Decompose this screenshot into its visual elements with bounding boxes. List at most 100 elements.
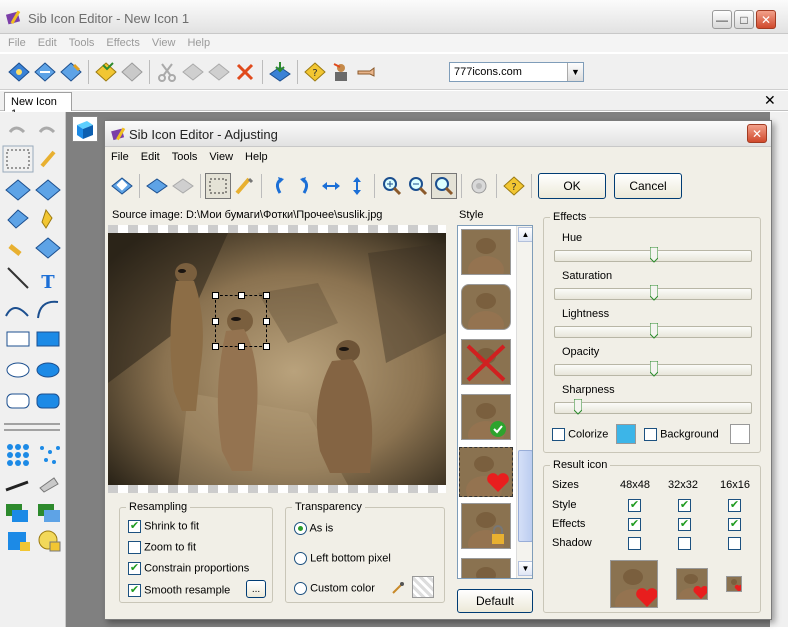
- left-bottom-pixel-radio[interactable]: [294, 552, 307, 565]
- style-thumb-delete[interactable]: [461, 339, 511, 385]
- effects-48x48-checkbox[interactable]: ✔: [628, 518, 641, 531]
- crop-selection[interactable]: [212, 292, 270, 350]
- default-button[interactable]: Default: [457, 589, 533, 613]
- menu-tools[interactable]: Tools: [69, 37, 95, 49]
- menu-edit[interactable]: Edit: [38, 37, 57, 49]
- adjust-icon[interactable]: ?: [302, 59, 328, 85]
- menu-file[interactable]: File: [8, 37, 26, 49]
- style-list[interactable]: ▲ ▼: [457, 225, 533, 579]
- rotate-right-icon[interactable]: [292, 173, 318, 199]
- as-is-radio[interactable]: [294, 522, 307, 535]
- dialog-paste-icon[interactable]: [170, 173, 196, 199]
- eyedropper-icon[interactable]: [390, 580, 406, 596]
- open-library-button[interactable]: [58, 59, 84, 85]
- close-tab-icon[interactable]: ✕: [764, 92, 776, 109]
- dialog-help-icon[interactable]: ?: [501, 173, 527, 199]
- menu-help[interactable]: Help: [187, 37, 210, 49]
- scroll-thumb[interactable]: [518, 450, 532, 542]
- background-label: Background: [660, 428, 719, 441]
- delete-icon[interactable]: [232, 59, 258, 85]
- shadow-48x48-checkbox[interactable]: [628, 537, 641, 550]
- custom-color-swatch[interactable]: [412, 576, 434, 598]
- slider-opacity[interactable]: [554, 360, 752, 377]
- slider-sharpness[interactable]: [554, 398, 752, 415]
- slider-thumb[interactable]: [649, 284, 659, 301]
- style-48x48-checkbox[interactable]: ✔: [628, 499, 641, 512]
- constrain-proportions-checkbox[interactable]: ✔: [128, 562, 141, 575]
- scroll-up-icon[interactable]: ▲: [518, 227, 532, 242]
- menu-view[interactable]: View: [152, 37, 176, 49]
- slider-saturation[interactable]: [554, 284, 752, 301]
- style-thumb-lock[interactable]: [461, 503, 511, 549]
- pencil-icon[interactable]: [231, 173, 257, 199]
- url-combo[interactable]: 777icons.com ▼: [449, 62, 584, 82]
- menu-effects[interactable]: Effects: [106, 37, 139, 49]
- custom-color-radio[interactable]: [294, 582, 307, 595]
- dialog-menu-edit[interactable]: Edit: [141, 151, 160, 163]
- wizard-icon[interactable]: [328, 59, 354, 85]
- ok-button[interactable]: OK: [538, 173, 606, 199]
- slider-label-sharpness: Sharpness: [562, 384, 615, 396]
- style-thumb-heart-selected[interactable]: [459, 447, 513, 497]
- slider-hue[interactable]: [554, 246, 752, 263]
- slider-thumb[interactable]: [573, 398, 583, 415]
- apply-effects-icon[interactable]: [466, 173, 492, 199]
- save-as-button[interactable]: [119, 59, 145, 85]
- style-thumb-rounded[interactable]: [461, 284, 511, 330]
- chevron-down-icon[interactable]: ▼: [567, 63, 583, 81]
- import-icon[interactable]: [267, 59, 293, 85]
- background-color-swatch[interactable]: [730, 424, 750, 444]
- close-button[interactable]: ✕: [756, 10, 776, 29]
- colorize-checkbox[interactable]: [552, 428, 565, 441]
- open-icon-button[interactable]: [32, 59, 58, 85]
- style-list-scrollbar[interactable]: ▲ ▼: [516, 226, 532, 578]
- cut-icon[interactable]: [154, 59, 180, 85]
- save-button[interactable]: [93, 59, 119, 85]
- select-rect-icon[interactable]: [205, 173, 231, 199]
- dialog-menu-tools[interactable]: Tools: [172, 151, 198, 163]
- flip-horizontal-icon[interactable]: [318, 173, 344, 199]
- effects-16x16-checkbox[interactable]: ✔: [728, 518, 741, 531]
- dialog-menu-view[interactable]: View: [209, 151, 233, 163]
- pointer-hand-icon[interactable]: [354, 59, 380, 85]
- background-checkbox[interactable]: [644, 428, 657, 441]
- slider-thumb[interactable]: [649, 322, 659, 339]
- scroll-down-icon[interactable]: ▼: [518, 561, 532, 576]
- resample-options-button[interactable]: ...: [246, 580, 266, 598]
- style-32x32-checkbox[interactable]: ✔: [678, 499, 691, 512]
- zoom-fit-icon[interactable]: [431, 173, 457, 199]
- zoom-in-icon[interactable]: [379, 173, 405, 199]
- zoom-to-fit-checkbox[interactable]: [128, 541, 141, 554]
- paste-icon[interactable]: [206, 59, 232, 85]
- dialog-close-button[interactable]: ✕: [747, 124, 767, 143]
- style-thumb-check[interactable]: [461, 394, 511, 440]
- dialog-menu-file[interactable]: File: [111, 151, 129, 163]
- maximize-button[interactable]: □: [734, 10, 754, 29]
- dialog-open-icon[interactable]: [109, 173, 135, 199]
- colorize-color-swatch[interactable]: [616, 424, 636, 444]
- shadow-16x16-checkbox[interactable]: [728, 537, 741, 550]
- style-16x16-checkbox[interactable]: ✔: [728, 499, 741, 512]
- smooth-resample-checkbox[interactable]: ✔: [128, 584, 141, 597]
- zoom-out-icon[interactable]: [405, 173, 431, 199]
- slider-lightness[interactable]: [554, 322, 752, 339]
- dialog-menu-help[interactable]: Help: [245, 151, 268, 163]
- slider-thumb[interactable]: [649, 360, 659, 377]
- minimize-button[interactable]: —: [712, 10, 732, 29]
- slider-thumb[interactable]: [649, 246, 659, 263]
- style-thumb-plain[interactable]: [461, 229, 511, 275]
- new-icon-button[interactable]: [6, 59, 32, 85]
- effects-32x32-checkbox[interactable]: ✔: [678, 518, 691, 531]
- copy-icon[interactable]: [180, 59, 206, 85]
- dialog-copy-icon[interactable]: [144, 173, 170, 199]
- tab-new-icon-1[interactable]: New Icon 1: [4, 92, 72, 120]
- source-image-canvas[interactable]: [108, 225, 446, 493]
- shrink-to-fit-checkbox[interactable]: ✔: [128, 520, 141, 533]
- shadow-32x32-checkbox[interactable]: [678, 537, 691, 550]
- slider-label-lightness: Lightness: [562, 308, 610, 320]
- style-thumb-partial[interactable]: [461, 558, 511, 578]
- cancel-button[interactable]: Cancel: [614, 173, 682, 199]
- flip-vertical-icon[interactable]: [344, 173, 370, 199]
- transparency-group: Transparency As is Left bottom pixel Cus…: [285, 501, 445, 603]
- rotate-left-icon[interactable]: [266, 173, 292, 199]
